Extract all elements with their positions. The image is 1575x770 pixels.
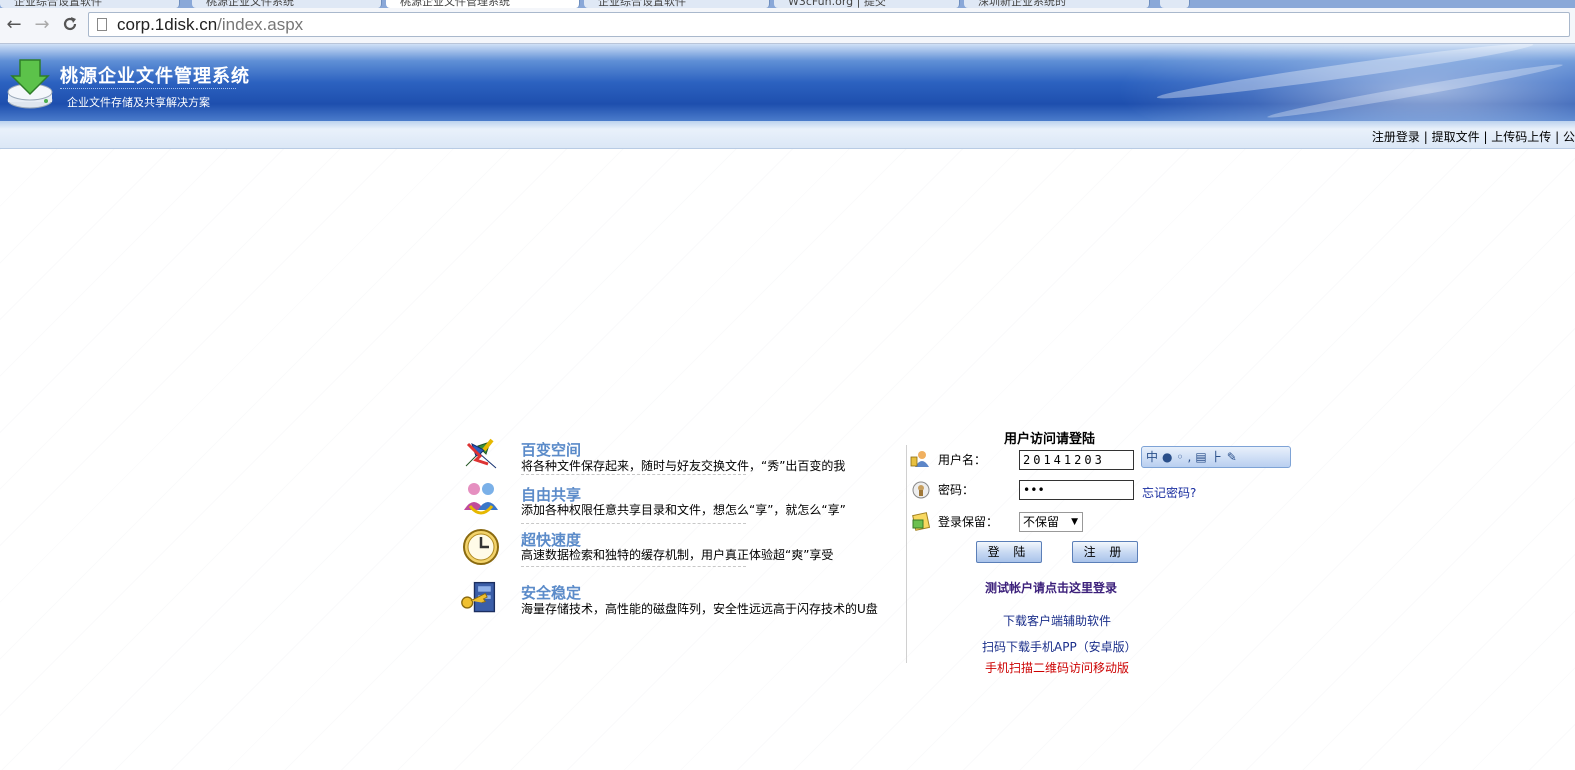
new-tab-button[interactable] (1160, 0, 1190, 8)
browser-tab[interactable]: 企业综合设置软件 (584, 0, 770, 8)
browser-tab[interactable]: 深圳新企业系统的 (964, 0, 1150, 8)
site-title: 桃源企业文件管理系统 (60, 66, 250, 87)
login-button[interactable]: 登 陆 (976, 541, 1042, 563)
user-icon (910, 451, 929, 467)
ime-toolbar[interactable]: 中●◦,▤⺊✎ (1141, 446, 1291, 468)
nav-link-register-login[interactable]: 注册登录 (1372, 130, 1420, 144)
site-subtitle: 企业文件存储及共享解决方案 (67, 96, 210, 109)
back-arrow-icon[interactable]: ← (4, 15, 24, 35)
chevron-down-icon: ▼ (1071, 517, 1078, 527)
feature-desc: 海量存储技术，高性能的磁盘阵列，安全性远远高于闪存技术的U盘 (521, 602, 878, 616)
arrows-icon (465, 438, 497, 469)
password-input[interactable]: ••• (1019, 480, 1134, 500)
browser-tab-strip: 企业综合设置软件 桃源企业文件系统 桃源企业文件管理系统 企业综合设置软件 W3… (0, 0, 1575, 8)
nav-link-upload-code[interactable]: 上传码上传 (1491, 130, 1551, 144)
username-input[interactable]: 20141203 (1019, 450, 1134, 470)
test-account-link[interactable]: 测试帐户请点击这里登录 (985, 579, 1117, 596)
password-icon (912, 481, 930, 499)
remember-label: 登录保留： (938, 515, 999, 529)
mobile-version-link[interactable]: 手机扫描二维码访问移动版 (985, 659, 1129, 676)
browser-tab[interactable]: 桃源企业文件系统 (192, 0, 382, 8)
page-icon (97, 18, 107, 31)
users-icon (464, 483, 498, 515)
forward-arrow-icon[interactable]: → (32, 15, 52, 35)
feature-desc: 添加各种权限任意共享目录和文件，想怎么“享”，就怎么“享” (521, 503, 846, 517)
feature-desc: 将各种文件保存起来，随时与好友交换文件，“秀”出百变的我 (521, 459, 846, 473)
browser-tab[interactable]: W3cFun.org | 提交 (774, 0, 960, 8)
scan-app-link[interactable]: 扫码下载手机APP（安卓版） (982, 638, 1137, 655)
reload-icon[interactable] (60, 15, 80, 35)
key-icon (461, 581, 496, 613)
divider (906, 445, 907, 663)
download-client-link[interactable]: 下载客户端辅助软件 (1003, 612, 1111, 629)
site-banner: 桃源企业文件管理系统 企业文件存储及共享解决方案 (0, 44, 1575, 121)
url-text: corp.1disk.cn/index.aspx (117, 15, 304, 34)
username-label: 用户名： (938, 453, 987, 467)
nav-link-extract-file[interactable]: 提取文件 (1432, 130, 1480, 144)
top-nav-bar: 注册登录 | 提取文件 | 上传码上传 | 公 (0, 121, 1575, 149)
browser-tab-active[interactable]: 桃源企业文件管理系统 (386, 0, 580, 8)
remember-select[interactable]: 不保留 ▼ (1019, 512, 1083, 532)
clock-icon (463, 529, 499, 565)
top-nav-links: 注册登录 | 提取文件 | 上传码上传 | 公 (1371, 130, 1575, 144)
forgot-password-link[interactable]: 忘记密码? (1142, 484, 1196, 501)
browser-tab[interactable]: 企业综合设置软件 (0, 0, 180, 8)
browser-toolbar: ← → corp.1disk.cn/index.aspx (0, 8, 1575, 44)
register-button[interactable]: 注 册 (1072, 541, 1138, 563)
password-label: 密码： (938, 483, 975, 497)
nav-link-more[interactable]: 公 (1563, 130, 1575, 144)
notes-icon (912, 512, 931, 531)
address-bar[interactable]: corp.1disk.cn/index.aspx (88, 12, 1570, 37)
download-logo-icon (7, 59, 53, 109)
feature-desc: 高速数据检索和独特的缓存机制，用户真正体验超“爽”享受 (521, 548, 834, 562)
login-heading: 用户访问请登陆 (1004, 432, 1096, 447)
